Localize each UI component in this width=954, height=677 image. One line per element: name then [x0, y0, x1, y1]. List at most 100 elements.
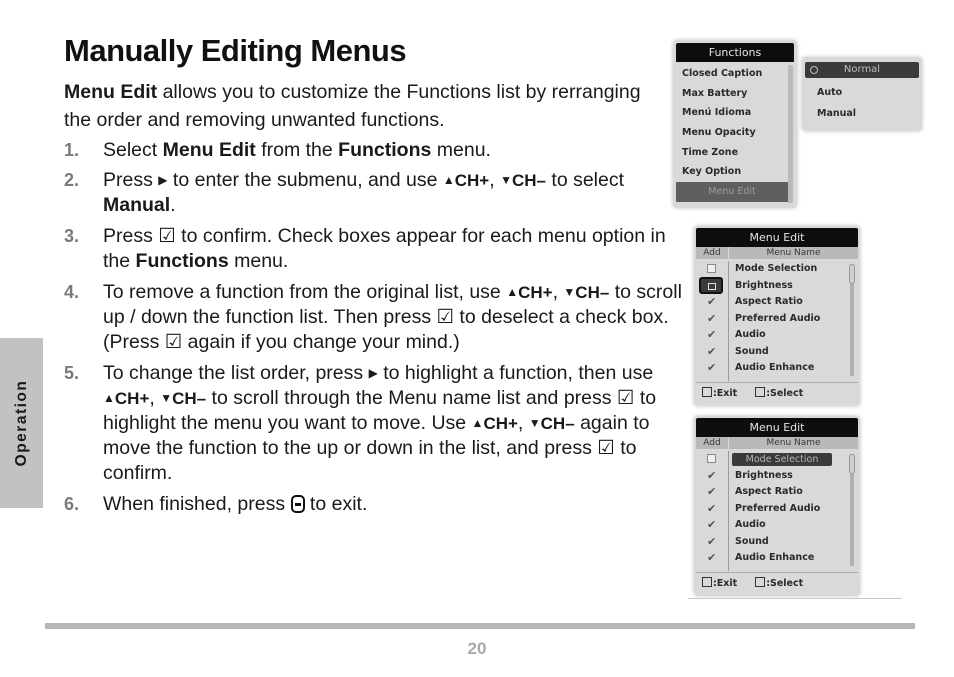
step-emphasis: CH+ [454, 171, 490, 190]
functions-menu-scrollbar [788, 65, 793, 203]
footer-select-label: :Select [766, 578, 804, 589]
arrow-up-icon: ▲ [506, 285, 519, 299]
step-emphasis: CH– [575, 283, 610, 302]
checkbox-key-icon: ☑ [164, 331, 183, 353]
menu-edit-header: Menu Edit [696, 418, 858, 437]
menu-edit-list: Mode Selection ✔ Brightness ✔ Aspect Ratio ✔ P… [696, 451, 858, 571]
footer-exit: :Exit [702, 577, 737, 589]
page-number: 20 [467, 639, 487, 658]
functions-menu-header: Functions [676, 43, 794, 62]
step-text: from the [255, 139, 339, 161]
step-text: , [517, 412, 529, 434]
step-emphasis: CH+ [518, 283, 553, 302]
menu-edit-row-name: Audio Enhance [735, 362, 815, 373]
exit-key-icon [702, 577, 712, 587]
arrow-up-icon: ▲ [442, 173, 455, 187]
checkbox-checked-icon: ✔ [707, 344, 717, 358]
submenu-selected-item: Normal [805, 62, 919, 78]
step-number: 3. [64, 226, 80, 246]
checkbox-checked-icon: ✔ [707, 485, 717, 498]
checkbox-checked-icon: ✔ [707, 518, 717, 531]
menu-edit-row-name: Sound [735, 345, 769, 357]
checkbox-key-icon: ☑ [597, 437, 615, 459]
checkbox-checked-icon: ✔ [707, 501, 717, 515]
menu-edit-row: Brightness [696, 276, 858, 295]
select-key-icon [755, 387, 766, 397]
menu-edit-row-name: Aspect Ratio [735, 486, 803, 497]
step-number: 4. [64, 282, 80, 302]
step-text: Press [103, 225, 159, 247]
step-text: When finished, press [103, 493, 291, 515]
footer-select-label: :Select [766, 388, 804, 399]
step-emphasis: Menu Edit [162, 139, 256, 161]
menu-edit-row-name: Audio [735, 329, 766, 340]
checkbox-key-icon: ☑ [158, 225, 176, 247]
menu-edit-row: Mode Selection [696, 261, 858, 278]
step-number: 5. [64, 363, 80, 383]
step-text: , [552, 281, 564, 303]
step-emphasis: Functions [135, 250, 229, 272]
menu-edit-row-name: Brightness [735, 469, 793, 481]
column-add: Add [696, 437, 729, 449]
step-number: 1. [64, 140, 80, 160]
functions-menu-item: Menú Idioma [682, 107, 752, 119]
radio-icon [810, 66, 818, 74]
menu-edit-row-name: Mode Selection [735, 263, 818, 274]
step-text: again if you change your mind.) [182, 331, 460, 353]
step-text: to scroll through the Menu name list and… [206, 387, 617, 409]
menu-edit-row: ✔ Audio Enhance [696, 550, 858, 567]
step-item: 5. To change the list order, press ▶ to h… [64, 361, 684, 486]
menu-edit-row: ✔ Preferred Audio [696, 311, 858, 328]
step-item: 6. When finished, press to exit. [64, 492, 684, 517]
arrow-down-icon: ▼ [500, 173, 512, 187]
step-text: to highlight a function, then use [377, 362, 654, 384]
checkbox-key-icon: ☑ [436, 306, 454, 328]
step-item: 2. Press ▶ to enter the submenu, and use … [64, 168, 684, 218]
checkbox-checked-icon: ✔ [707, 361, 717, 374]
menu-edit-row: ✔ Audio [696, 517, 858, 534]
play-right-icon: ▶ [368, 366, 378, 380]
checkbox-empty-icon [707, 264, 716, 273]
intro-term: Menu Edit [64, 81, 158, 103]
footer-select: :Select [755, 387, 803, 399]
step-emphasis: Functions [338, 139, 432, 161]
step-text: . [170, 194, 176, 216]
step-text: to exit. [304, 493, 368, 515]
functions-menu-item: Menu Opacity [682, 127, 756, 139]
menu-edit-row-name: Audio [735, 519, 766, 530]
menu-edit-screenshot-2: Menu Edit Add Menu Name Mode Selection ✔ B… [694, 416, 860, 596]
step-emphasis: CH– [511, 171, 546, 190]
functions-menu-item: Max Battery [682, 87, 748, 99]
menu-edit-row-name: Mode Selection [732, 453, 832, 466]
menu-edit-row-name: Preferred Audio [735, 502, 821, 514]
checkbox-empty-icon [707, 454, 716, 463]
step-text: menu. [228, 250, 289, 272]
submenu-item-auto: Auto [817, 87, 843, 98]
step-emphasis: CH+ [483, 414, 518, 433]
functions-menu-screenshot: Functions Closed Caption Max Battery Menú … [673, 40, 797, 208]
checkbox-checked-icon: ✔ [707, 295, 717, 308]
menu-edit-row: ✔ Preferred Audio [696, 501, 858, 518]
arrow-down-icon: ▼ [563, 285, 576, 299]
menu-edit-row-name: Sound [735, 535, 769, 547]
step-text: Select [103, 139, 163, 161]
menu-edit-row-name: Brightness [735, 279, 793, 291]
menu-edit-row: Mode Selection [696, 451, 858, 468]
exit-button-icon [290, 495, 305, 513]
section-tab: Operation [0, 338, 43, 508]
menu-edit-list: Mode Selection Brightness ✔ Aspect Ratio ✔ Pr… [696, 261, 858, 381]
step-item: 1. Select Menu Edit from the Functions me… [64, 138, 684, 163]
menu-edit-row: ✔ Aspect Ratio [696, 294, 858, 311]
step-text: menu. [431, 139, 491, 161]
submenu-item-manual: Manual [817, 108, 857, 119]
step-number: 2. [64, 170, 80, 190]
footer-exit-label: :Exit [713, 388, 738, 399]
column-add: Add [696, 247, 729, 259]
menu-edit-columns: Add Menu Name [696, 437, 858, 449]
menu-edit-header: Menu Edit [696, 228, 858, 247]
arrow-down-icon: ▼ [528, 416, 541, 430]
column-menu-name: Menu Name [766, 438, 821, 448]
play-right-icon: ▶ [158, 173, 168, 187]
menu-edit-row: ✔ Audio [696, 327, 858, 344]
step-emphasis: Manual [103, 194, 171, 216]
